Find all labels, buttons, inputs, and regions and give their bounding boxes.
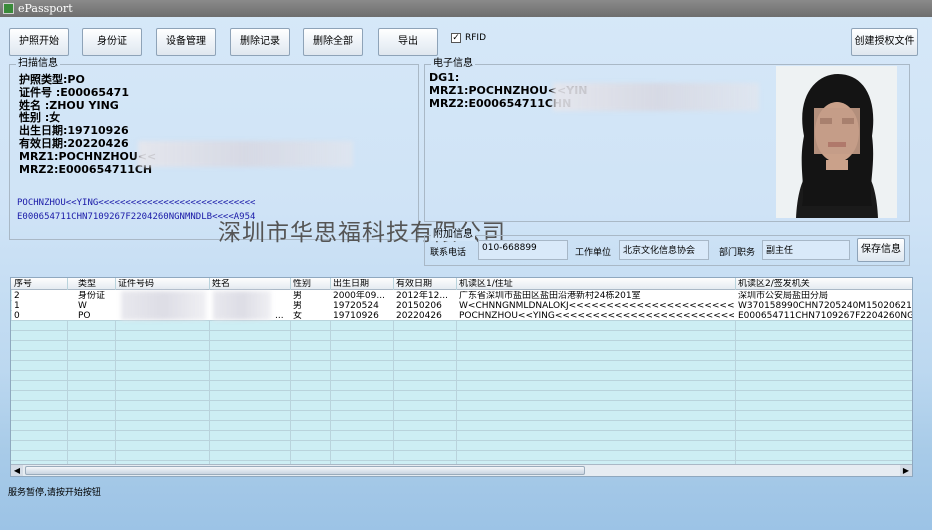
delete-all-button[interactable]: 删除全部 [303,28,363,56]
company-input[interactable]: 北京文化信息协会 [619,240,709,260]
rfid-label: RFID [465,33,487,43]
device-manage-button[interactable]: 设备管理 [156,28,216,56]
holder-photo [776,66,897,218]
header-mrz2[interactable]: 机读区2/签发机关 [738,279,810,290]
extra-info-legend: 附加信息 [431,229,475,241]
redacted-block [121,291,206,320]
cell-no: 0 [14,311,20,321]
cell-mrz1: POCHNZHOU<<YING<<<<<<<<<<<<<<<<<<<<<<<<<… [459,311,734,321]
electronic-info-legend: 电子信息 [431,58,475,70]
company-label: 工作单位 [575,248,612,258]
passport-start-button[interactable]: 护照开始 [9,28,69,56]
header-type[interactable]: 类型 [78,279,96,290]
scan-line-valid: 有效日期:20220426 [19,136,129,150]
mrz-line-1: POCHNZHOU<<YING<<<<<<<<<<<<<<<<<<<<<<<<<… [17,198,256,208]
rfid-check-icon[interactable]: ✓ [451,33,461,43]
scroll-right-icon[interactable]: ▶ [900,465,912,476]
save-info-button[interactable]: 保存信息 [857,238,905,262]
header-sex[interactable]: 性别 [293,279,311,290]
position-label: 部门职务 [719,248,756,258]
id-card-button[interactable]: 身份证 [82,28,142,56]
header-birth[interactable]: 出生日期 [333,279,369,290]
redacted-block [553,83,759,111]
status-text: 服务暂停,请按开始按钮 [8,488,101,498]
app-icon [3,3,14,14]
rfid-checkbox[interactable]: ✓ RFID [451,33,486,43]
delete-record-button[interactable]: 删除记录 [230,28,290,56]
cell-birth: 19710926 [333,311,379,321]
records-table[interactable]: 序号 类型 证件号码 姓名 性别 出生日期 有效日期 机读区1/住址 机读区2/… [10,277,913,477]
header-mrz1[interactable]: 机读区1/住址 [459,279,513,290]
header-no[interactable]: 序号 [14,279,32,290]
header-name[interactable]: 姓名 [212,279,230,290]
create-auth-file-button[interactable]: 创建授权文件 [851,28,918,56]
scan-line-passport-type: 护照类型:PO [19,73,85,86]
scan-line-mrz2: MRZ2:E000654711CH [19,162,153,176]
phone-label: 联系电话 [430,248,467,258]
cell-valid: 20220426 [396,311,442,321]
cell-mrz2: E000654711CHN7109267F2204260NGNMNDLB [738,311,912,321]
scroll-left-icon[interactable]: ◀ [11,465,23,476]
title-bar: ePassport [0,0,932,17]
scrollbar-thumb[interactable] [25,466,585,475]
window-title: ePassport [18,2,73,15]
redacted-block [213,291,271,320]
phone-input[interactable]: 010-668899 [478,240,568,260]
scan-info-legend: 扫描信息 [16,58,60,70]
export-button[interactable]: 导出 [378,28,438,56]
cell-type: PO [78,311,91,321]
redacted-block [138,141,353,167]
cell-sex: 女 [293,311,303,321]
position-input[interactable]: 副主任 [762,240,850,260]
scan-line-id-number: 证件号 :E00065471 [19,85,129,99]
header-id[interactable]: 证件号码 [118,279,154,290]
horizontal-scrollbar[interactable]: ◀ ▶ [11,464,912,476]
cell-name-ellipsis: ... [275,311,284,321]
scan-info-text: 护照类型:PO 证件号 :E00065471 姓名 :ZHOU YING 性别 … [19,73,157,176]
header-valid[interactable]: 有效日期 [396,279,432,290]
scan-line-mrz1: MRZ1:POCHNZHOU<< [19,149,157,163]
